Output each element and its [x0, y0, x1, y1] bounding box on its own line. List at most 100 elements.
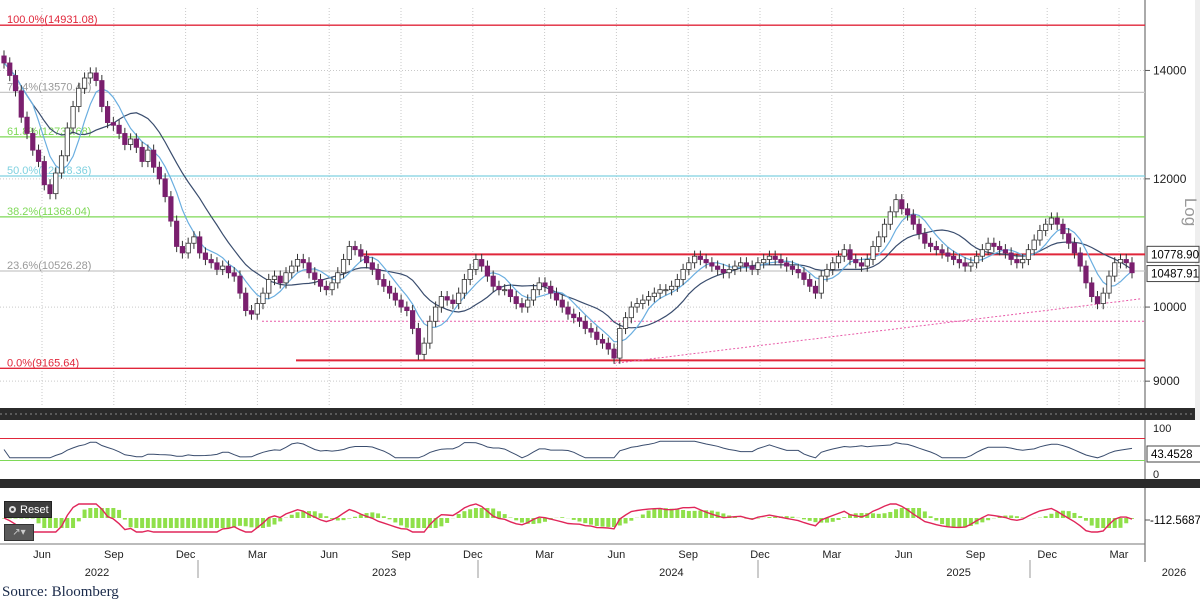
candle-body-96 [553, 292, 560, 301]
candle-body-54 [312, 272, 318, 280]
candle-body-124 [715, 265, 721, 270]
macd-bar-28 [163, 518, 168, 528]
x-tick-month-10: Dec [750, 549, 770, 561]
macd-bar-66 [381, 516, 386, 518]
macd-bar-26 [151, 518, 156, 528]
macd-bar-72 [416, 518, 421, 528]
price-label-0: 10778.90 [1151, 249, 1199, 261]
candle-body-59 [340, 259, 347, 274]
candle-body-92 [530, 289, 537, 301]
x-tick-year-8: 2024 [659, 567, 683, 579]
macd-bar-8 [48, 518, 53, 528]
candle-body-20 [116, 124, 122, 134]
macd-bar-56 [324, 516, 329, 518]
candle-body-61 [352, 246, 358, 251]
macd-bar-153 [882, 513, 887, 518]
x-tick-month-3: Mar [248, 549, 267, 561]
x-tick-month-7: Mar [535, 549, 554, 561]
candle-body-135 [778, 259, 784, 264]
candle-body-184 [1060, 223, 1066, 235]
macd-bar-133 [767, 516, 772, 518]
candle-body-45 [260, 292, 266, 304]
candle-body-69 [398, 299, 404, 308]
reset-button[interactable]: Reset [4, 501, 52, 518]
candle-body-27 [156, 166, 162, 180]
candle-body-10 [58, 155, 65, 174]
macd-bar-189 [1089, 518, 1094, 526]
y-tick-label-1: 10000 [1153, 300, 1187, 314]
candle-body-182 [1048, 217, 1055, 225]
macd-bar-139 [801, 518, 806, 520]
macd-bar-22 [128, 518, 133, 528]
macd-bar-73 [422, 518, 427, 528]
macd-bar-104 [600, 518, 605, 527]
macd-bar-35 [203, 518, 208, 528]
reset-label: Reset [20, 503, 49, 516]
candle-body-138 [795, 269, 801, 274]
candle-body-52 [300, 259, 306, 264]
candle-body-99 [571, 313, 577, 319]
macd-bar-86 [496, 511, 501, 518]
macd-bar-105 [606, 518, 611, 527]
candle-body-194 [1117, 259, 1124, 264]
candle-body-191 [1100, 292, 1106, 304]
reset-icon [9, 506, 16, 513]
macd-bar-4 [25, 518, 30, 519]
macd-bar-182 [1049, 513, 1054, 518]
macd-bar-145 [836, 518, 841, 520]
macd-bar-77 [445, 518, 450, 523]
candle-body-146 [841, 249, 847, 257]
candle-body-95 [548, 285, 554, 294]
candle-body-129 [743, 262, 750, 267]
candle-body-24 [139, 146, 145, 162]
macd-bar-60 [347, 518, 352, 519]
macd-bar-165 [951, 518, 956, 528]
macd-bar-89 [514, 518, 519, 521]
candle-body-164 [945, 252, 951, 257]
candle-body-130 [749, 265, 755, 270]
candle-body-196 [1129, 262, 1135, 274]
candle-body-56 [323, 285, 329, 291]
candle-body-170 [979, 249, 985, 257]
candle-body-31 [179, 246, 186, 254]
candle-body-115 [663, 289, 669, 292]
candle-body-63 [363, 255, 370, 264]
x-tick-year-0: 2022 [85, 567, 109, 579]
candle-body-158 [910, 214, 916, 225]
candle-body-163 [939, 249, 945, 254]
candle-body-116 [668, 285, 675, 291]
candle-body-87 [502, 289, 508, 292]
candle-body-40 [231, 272, 237, 277]
candle-body-41 [237, 275, 243, 294]
candle-body-1 [7, 62, 13, 76]
candle-body-81 [467, 269, 473, 280]
candle-body-132 [761, 259, 767, 264]
macd-bar-14 [82, 509, 87, 518]
candle-body-48 [277, 275, 283, 284]
trend-line [613, 298, 1143, 364]
macd-bar-188 [1083, 518, 1088, 521]
rsi-tick-0: 100 [1153, 423, 1171, 435]
candle-body-131 [755, 262, 761, 270]
candle-body-193 [1112, 262, 1118, 277]
candle-body-103 [594, 331, 600, 340]
source-caption: Source: Bloomberg [2, 584, 119, 600]
candle-body-82 [473, 259, 479, 270]
macd-bar-154 [888, 511, 893, 518]
candle-body-181 [1043, 223, 1049, 231]
candle-body-108 [622, 317, 629, 329]
fib-label-0: 100.0%(14931.08) [7, 14, 98, 26]
candle-body-46 [266, 279, 272, 294]
macd-bar-101 [583, 518, 588, 524]
macd-bar-119 [686, 510, 691, 518]
candle-body-168 [968, 262, 974, 267]
macd-bar-118 [681, 509, 686, 518]
candle-body-12 [70, 106, 76, 129]
macd-bar-13 [76, 518, 81, 522]
chart-type-button[interactable]: ↗▾ [4, 524, 34, 541]
candle-body-162 [933, 246, 939, 251]
candle-body-6 [35, 149, 42, 162]
x-tick-month-2: Dec [176, 549, 196, 561]
macd-bar-141 [813, 518, 818, 523]
candle-body-89 [513, 296, 519, 304]
